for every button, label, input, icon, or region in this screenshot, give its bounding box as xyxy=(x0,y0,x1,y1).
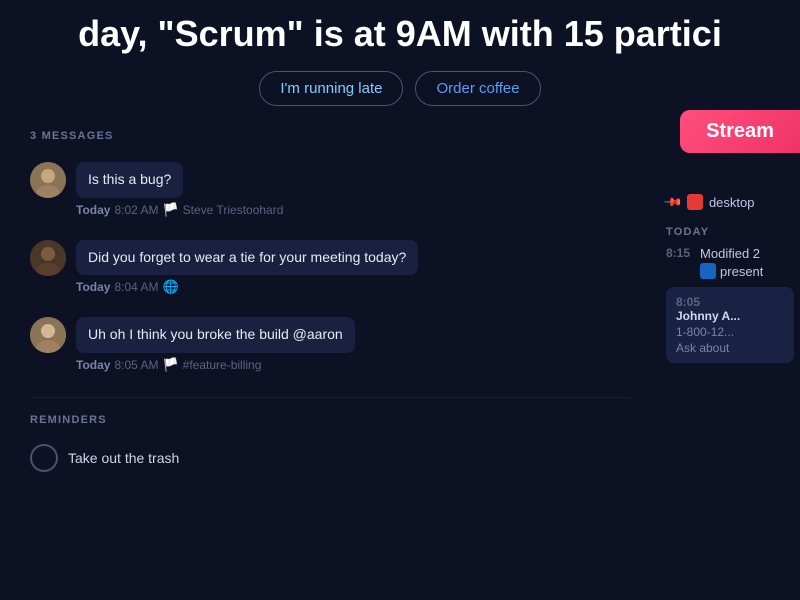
message-body: Uh oh I think you broke the build @aaron… xyxy=(76,317,630,373)
right-items: 📌 desktop xyxy=(660,190,800,214)
list-item[interactable]: Uh oh I think you broke the build @aaron… xyxy=(20,309,640,381)
messages-list: Is this a bug? Today 8:02 AM 🏳️ Steve Tr… xyxy=(20,154,640,381)
today-item-text: Modified 2 xyxy=(700,246,763,261)
top-banner: day, "Scrum" is at 9AM with 15 partici I… xyxy=(0,0,800,106)
pinned-item[interactable]: 📌 desktop xyxy=(660,190,800,214)
message-text: Did you forget to wear a tie for your me… xyxy=(76,240,418,276)
action-buttons: I'm running late Order coffee xyxy=(20,71,780,106)
notif-time: 8:05 xyxy=(676,295,700,309)
reminder-checkbox[interactable] xyxy=(30,444,58,472)
message-meta: Today 8:04 AM 🌐 xyxy=(76,279,630,295)
pinned-item-label: desktop xyxy=(709,195,755,210)
messages-section-label: 3 MESSAGES xyxy=(20,130,640,142)
coffee-button[interactable]: Order coffee xyxy=(415,71,540,106)
late-button[interactable]: I'm running late xyxy=(259,71,403,106)
left-panel: 3 MESSAGES Is this a bug? xyxy=(0,130,660,600)
message-meta: Today 8:02 AM 🏳️ Steve Triestoohard xyxy=(76,202,630,218)
reminder-text: Take out the trash xyxy=(68,450,179,466)
notif-title: Johnny A... xyxy=(676,309,784,323)
app-icon-blue xyxy=(700,263,716,279)
message-text: Is this a bug? xyxy=(76,162,183,198)
list-item[interactable]: Did you forget to wear a tie for your me… xyxy=(20,232,640,304)
right-panel: Stream 📌 desktop TODAY 8:15 Modified 2 p… xyxy=(660,130,800,600)
message-body: Did you forget to wear a tie for your me… xyxy=(76,240,630,296)
reminders-section-label: REMINDERS xyxy=(20,414,640,426)
avatar xyxy=(30,317,66,353)
message-meta: Today 8:05 AM 🏳️ #feature-billing xyxy=(76,357,630,373)
app-icon xyxy=(687,194,703,210)
notif-phone: 1-800-12... xyxy=(676,325,784,339)
avatar xyxy=(30,162,66,198)
today-section: TODAY 8:15 Modified 2 present 8:05 Johnn… xyxy=(660,226,800,363)
main-content: 3 MESSAGES Is this a bug? xyxy=(0,130,800,600)
notif-body: Ask about xyxy=(676,341,784,355)
today-item-detail: Modified 2 present xyxy=(700,246,763,279)
today-sub-label: present xyxy=(720,264,763,279)
avatar xyxy=(30,240,66,276)
message-body: Is this a bug? Today 8:02 AM 🏳️ Steve Tr… xyxy=(76,162,630,218)
pin-icon: 📌 xyxy=(663,192,683,212)
list-item[interactable]: Take out the trash xyxy=(20,438,640,478)
today-item[interactable]: 8:15 Modified 2 present xyxy=(666,246,794,279)
notification-card[interactable]: 8:05 Johnny A... 1-800-12... Ask about xyxy=(666,287,794,363)
banner-title: day, "Scrum" is at 9AM with 15 partici xyxy=(20,12,780,55)
time-stamp: 8:15 xyxy=(666,246,690,260)
message-text: Uh oh I think you broke the build @aaron xyxy=(76,317,355,353)
list-item[interactable]: Is this a bug? Today 8:02 AM 🏳️ Steve Tr… xyxy=(20,154,640,226)
today-label: TODAY xyxy=(666,226,794,238)
section-divider xyxy=(30,397,630,398)
stream-button[interactable]: Stream xyxy=(680,110,800,153)
